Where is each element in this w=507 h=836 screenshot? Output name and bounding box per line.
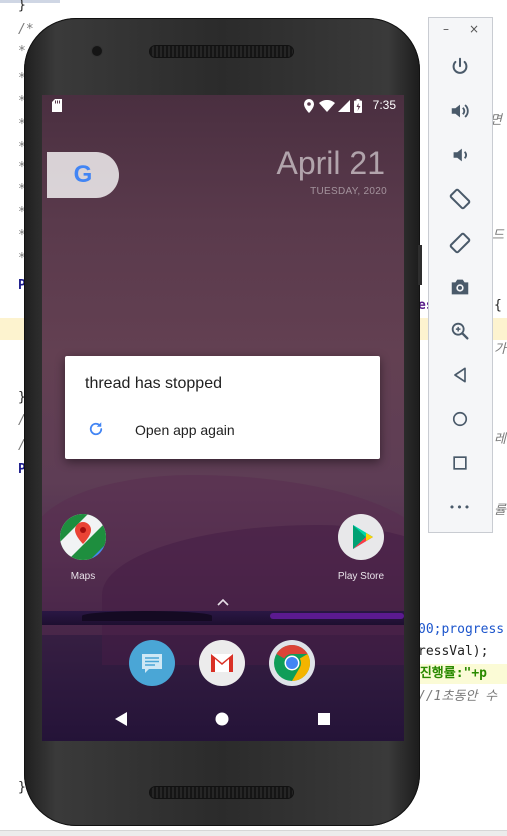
ide-tab-strip: [0, 0, 60, 3]
play-store-icon: [353, 525, 373, 549]
code-right-korean: 률: [494, 503, 506, 518]
ide-status-bar: [0, 830, 507, 836]
emulator-toolbar: – × •••: [428, 17, 493, 533]
sd-card-icon: [52, 99, 62, 112]
camera-icon: [451, 279, 469, 295]
nav-back-icon[interactable]: [114, 712, 128, 726]
nav-home-icon[interactable]: [215, 712, 229, 726]
code-comment-open: /*: [18, 22, 34, 37]
chrome-icon: [274, 645, 311, 681]
desktop: } /* * * * * * * * * * * P } / / P } 치 면…: [0, 0, 507, 836]
code-right-korean: 레: [494, 432, 506, 447]
refresh-icon: [89, 422, 103, 436]
play-store-app-icon[interactable]: [338, 514, 384, 560]
wifi-icon: [319, 100, 335, 112]
rotate-left-button[interactable]: [444, 183, 476, 215]
power-button[interactable]: [444, 51, 476, 83]
messages-icon: [142, 654, 162, 673]
volume-up-icon: [451, 104, 469, 118]
signal-icon: [338, 100, 350, 112]
gmail-icon: [211, 654, 233, 672]
overview-button[interactable]: [444, 447, 476, 479]
location-icon: [304, 99, 314, 113]
date-weekday: TUESDAY, 2020: [310, 186, 387, 197]
open-app-again-button[interactable]: Open app again: [65, 414, 380, 446]
google-search-widget[interactable]: G: [47, 152, 119, 198]
messages-app-icon[interactable]: [129, 640, 175, 686]
wallpaper-island: [82, 611, 212, 621]
maps-icon: [60, 514, 106, 560]
rotate-right-button[interactable]: [444, 227, 476, 259]
volume-down-icon: [453, 148, 467, 162]
nav-overview-icon[interactable]: [318, 713, 330, 725]
battery-icon: [354, 99, 362, 113]
close-button[interactable]: ×: [469, 22, 479, 36]
rotate-left-icon: [449, 188, 471, 210]
code-korean-string-line: ·진행률:"+p: [412, 666, 488, 681]
zoom-icon: [451, 322, 469, 340]
maps-app-icon[interactable]: [60, 514, 106, 560]
code-right-korean: 드: [492, 228, 504, 243]
app-drawer-chevron-icon[interactable]: [215, 597, 231, 607]
volume-up-button[interactable]: [444, 95, 476, 127]
back-button[interactable]: [444, 359, 476, 391]
zoom-button[interactable]: [444, 315, 476, 347]
code-brace-top: }: [18, 0, 26, 13]
code-right-korean: 가: [494, 342, 506, 357]
code-right-brace: {: [494, 298, 502, 313]
app-stopped-dialog: thread has stopped Open app again: [65, 356, 380, 459]
gmail-app-icon[interactable]: [199, 640, 245, 686]
more-button[interactable]: •••: [444, 491, 476, 523]
date-display[interactable]: April 21: [277, 145, 386, 182]
rotate-right-icon: [449, 232, 471, 254]
emulator-window-controls: – ×: [429, 22, 492, 44]
code-progressval-line: ressVal);: [418, 644, 489, 659]
status-time: 7:35: [372, 98, 396, 112]
code-progress-line: 00;progress: [418, 622, 504, 638]
volume-down-button[interactable]: [444, 139, 476, 171]
play-store-label: Play Store: [337, 571, 385, 582]
google-logo: G: [73, 161, 93, 188]
chrome-app-icon[interactable]: [269, 640, 315, 686]
wallpaper-glow: [270, 613, 404, 619]
home-icon: [452, 411, 468, 427]
overview-icon: [453, 456, 467, 470]
code-korean-comment-line: //1초동안 수: [418, 689, 498, 704]
screenshot-button[interactable]: [444, 271, 476, 303]
status-bar: 7:35: [42, 95, 404, 117]
power-icon: [452, 57, 468, 74]
top-speaker: [149, 45, 294, 58]
code-progress-text: 00;progress: [418, 622, 505, 637]
back-icon: [454, 367, 466, 383]
home-button[interactable]: [444, 403, 476, 435]
minimize-button[interactable]: –: [443, 22, 449, 36]
maps-label: Maps: [70, 571, 96, 582]
phone-side-button: [418, 245, 422, 285]
front-camera: [91, 45, 103, 57]
bottom-speaker: [149, 786, 294, 799]
open-app-again-label: Open app again: [135, 422, 235, 438]
dialog-title: thread has stopped: [85, 375, 222, 392]
